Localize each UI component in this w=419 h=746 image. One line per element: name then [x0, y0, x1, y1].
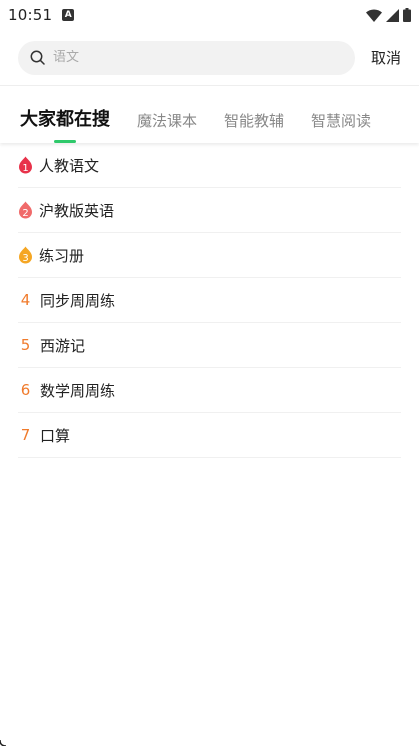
- tab-smart-reading[interactable]: 智慧阅读: [311, 110, 371, 143]
- search-box[interactable]: [18, 40, 355, 75]
- rank-number: 5: [20, 336, 31, 354]
- list-item-text: 数学周周练: [40, 381, 116, 400]
- list-item[interactable]: 4 同步周周练: [18, 278, 401, 323]
- rank-badge-number: 3: [22, 253, 28, 264]
- status-bar: 10:51 A: [0, 0, 419, 30]
- notification-icon-letter: A: [64, 9, 72, 20]
- search-input[interactable]: [53, 50, 253, 65]
- rank-badge-number: 2: [22, 208, 28, 219]
- list-item[interactable]: 5 西游记: [18, 323, 401, 368]
- wifi-icon: [366, 8, 382, 22]
- list-item-text: 口算: [40, 426, 71, 445]
- category-tabs: 大家都在搜 魔法课本 智能教辅 智慧阅读: [0, 86, 419, 143]
- list-item-text: 人教语文: [39, 156, 100, 175]
- rank-badge-icon: 2: [18, 201, 33, 219]
- rank-badge-icon: 1: [18, 156, 33, 174]
- notification-icon: A: [62, 9, 75, 21]
- rank-badge-number: 1: [22, 163, 28, 174]
- cancel-button[interactable]: 取消: [371, 47, 401, 68]
- rank-number: 6: [20, 381, 31, 399]
- list-item-text: 西游记: [40, 336, 86, 355]
- corner-indicator-icon: [0, 740, 6, 746]
- list-item[interactable]: 3 练习册: [18, 233, 401, 278]
- list-item[interactable]: 7 口算: [18, 413, 401, 458]
- list-item-text: 沪教版英语: [39, 201, 115, 220]
- rank-badge-icon: 3: [18, 246, 33, 264]
- rank-number: 4: [20, 291, 31, 309]
- status-left: 10:51 A: [8, 6, 75, 24]
- list-item[interactable]: 1 人教语文: [18, 143, 401, 188]
- status-right: [366, 8, 411, 22]
- rank-number: 7: [20, 426, 31, 444]
- tab-everyone-searching[interactable]: 大家都在搜: [20, 105, 110, 143]
- list-item-text: 同步周周练: [40, 291, 116, 310]
- hot-search-list: 1 人教语文 2 沪教版英语 3 练习册 4 同步周周练 5 西游记 6 数学周…: [0, 143, 419, 458]
- tab-magic-textbook[interactable]: 魔法课本: [137, 110, 197, 143]
- battery-icon: [403, 8, 411, 22]
- list-item-text: 练习册: [39, 246, 85, 265]
- search-icon: [30, 50, 45, 65]
- status-time: 10:51: [8, 6, 53, 24]
- list-item[interactable]: 6 数学周周练: [18, 368, 401, 413]
- cell-signal-icon: [386, 8, 399, 22]
- tab-smart-tutoring[interactable]: 智能教辅: [224, 110, 284, 143]
- list-item[interactable]: 2 沪教版英语: [18, 188, 401, 233]
- search-row: 取消: [0, 30, 419, 85]
